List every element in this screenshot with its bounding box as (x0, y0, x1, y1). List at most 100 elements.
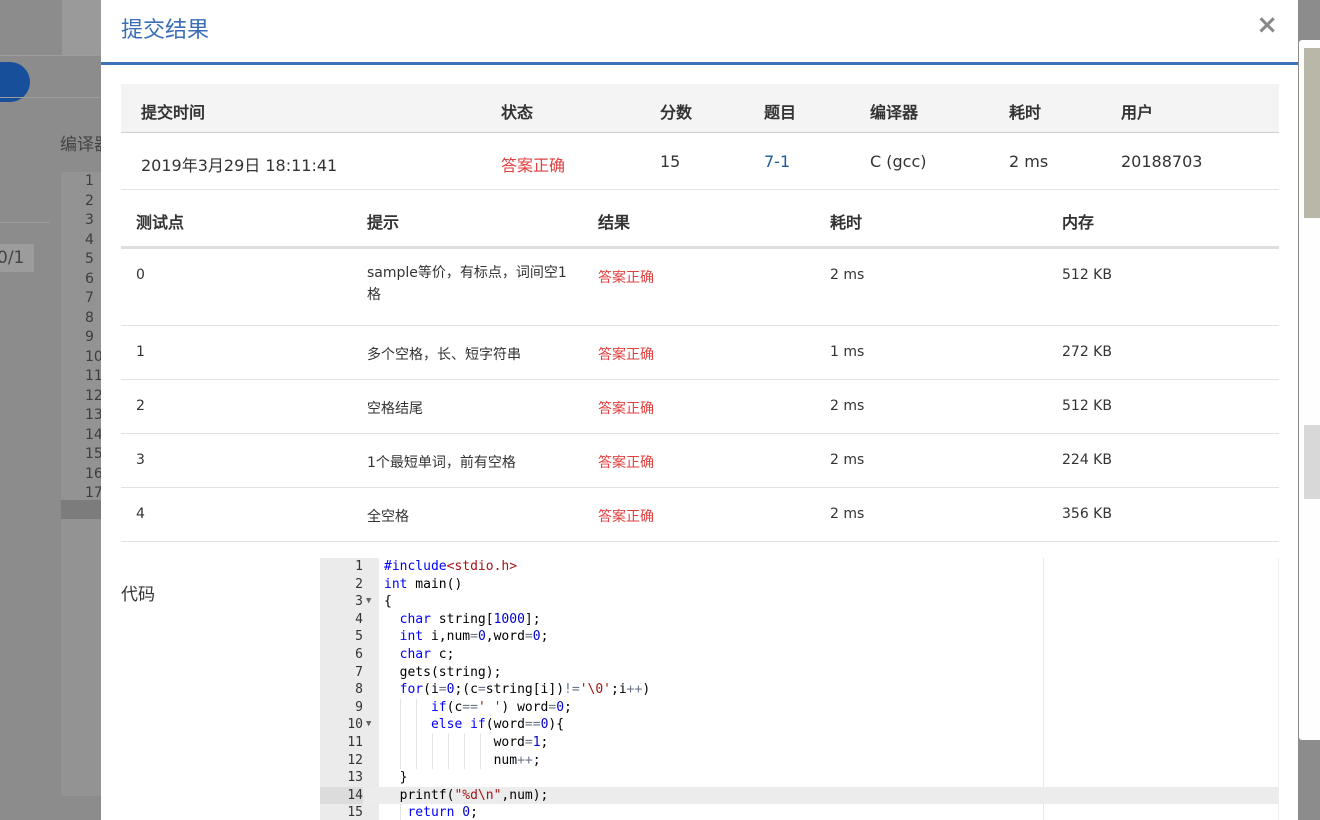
case-id: 0 (136, 267, 145, 283)
case-id: 1 (136, 344, 145, 360)
background-line-number: 1 (85, 173, 94, 189)
code-text: int main() (384, 576, 463, 592)
line-number: 6 (355, 647, 363, 662)
submission-summary-table: 提交时间 状态 分数 题目 编译器 耗时 用户 2019年3月29日 18:11… (121, 84, 1279, 190)
code-editor[interactable]: 1 #include<stdio.h> 2 int main() 3 ▼{4 char s… (320, 558, 1279, 820)
background-side-image (1304, 48, 1320, 218)
line-number: 5 (355, 629, 363, 645)
case-result: 答案正确 (598, 401, 654, 417)
background-button (0, 62, 30, 102)
case-result: 答案正确 (598, 347, 654, 363)
test-case-table: 测试点 提示 结果 耗时 内存 0 sample等价，有标点，词间空1格 答案正… (121, 190, 1279, 542)
line-number: 12 (347, 752, 363, 768)
header-case-id: 测试点 (136, 213, 185, 232)
line-number: 2 (355, 576, 363, 592)
background-code-gutter (61, 172, 103, 796)
line-number: 13 (347, 770, 363, 786)
code-line[interactable]: 9 if(c==' ') word=0; (320, 698, 1278, 717)
code-label: 代码 (121, 585, 155, 605)
code-text: int i,num=0,word=0; (399, 629, 549, 645)
line-number: 11 (347, 735, 363, 750)
modal-header: 提交结果 × (101, 0, 1298, 65)
code-line[interactable]: 8 for(i=0;(c=string[i])!='\0';i++) (320, 681, 1278, 699)
user-value: 20188703 (1121, 152, 1203, 171)
case-time: 2 ms (830, 452, 865, 468)
code-text: char string[1000]; (399, 611, 541, 627)
table-row: 3 1个最短单词，前有空格 答案正确 2 ms 224 KB (121, 434, 1279, 488)
background-score-badge: 0/1 (0, 244, 34, 272)
case-memory: 512 KB (1062, 398, 1112, 414)
background-line-number: 2 (85, 192, 94, 209)
code-line[interactable]: 13 } (320, 769, 1278, 787)
score-value: 15 (660, 152, 681, 171)
close-icon[interactable]: × (1256, 10, 1278, 40)
modal-title: 提交结果 (121, 18, 210, 43)
code-line[interactable]: 10 ▼ else if(word==0){ (320, 716, 1278, 734)
case-hint: sample等价，有标点，词间空1格 (367, 265, 567, 303)
header-memory: 内存 (1062, 213, 1095, 232)
case-time: 1 ms (830, 344, 865, 360)
summary-row: 2019年3月29日 18:11:41 答案正确 15 7-1 C (gcc) … (121, 133, 1279, 190)
case-id: 3 (136, 452, 145, 468)
background-divider (0, 97, 100, 98)
background-line-number: 4 (85, 231, 94, 248)
line-number: 14 (320, 786, 363, 805)
code-line[interactable]: 5 int i,num=0,word=0; (320, 628, 1278, 646)
compiler-value: C (gcc) (870, 152, 927, 171)
background-line-number: 3 (85, 212, 94, 228)
case-hint: 多个空格，长、短字符串 (367, 347, 521, 363)
code-line[interactable]: 12 num++; (320, 751, 1278, 770)
code-text: return 0; (407, 805, 478, 820)
case-memory: 224 KB (1062, 452, 1112, 468)
fold-arrow-icon[interactable]: ▼ (366, 593, 371, 611)
background-line-number: 6 (85, 270, 94, 287)
case-time: 2 ms (830, 267, 865, 283)
line-number: 7 (355, 664, 363, 680)
table-row: 1 多个空格，长、短字符串 答案正确 1 ms 272 KB (121, 326, 1279, 380)
case-result: 答案正确 (598, 509, 654, 525)
code-text: #include<stdio.h> (384, 559, 518, 574)
code-line[interactable]: 4 char string[1000]; (320, 611, 1278, 629)
header-compiler: 编译器 (870, 103, 919, 122)
code-text: { (384, 594, 392, 610)
line-number: 15 (347, 805, 363, 820)
code-line[interactable]: 2 int main() (320, 576, 1278, 594)
case-hint: 全空格 (367, 509, 409, 525)
status-badge: 答案正确 (501, 156, 566, 175)
problem-link[interactable]: 7-1 (764, 152, 790, 171)
code-text: else if(word==0){ (430, 717, 565, 733)
summary-header-row: 提交时间 状态 分数 题目 编译器 耗时 用户 (121, 84, 1279, 133)
case-memory: 272 KB (1062, 344, 1112, 360)
code-text: } (384, 770, 408, 786)
code-line[interactable]: 6 char c; (320, 646, 1278, 664)
case-hint: 空格结尾 (367, 401, 423, 417)
table-row: 0 sample等价，有标点，词间空1格 答案正确 2 ms 512 KB (121, 249, 1279, 326)
case-time: 2 ms (830, 506, 865, 522)
case-result: 答案正确 (598, 455, 654, 471)
code-line[interactable]: 7 gets(string); (320, 664, 1278, 682)
code-line[interactable]: 15 return 0; (320, 804, 1278, 820)
header-score: 分数 (660, 103, 693, 122)
code-text: if(c==' ') word=0; (430, 699, 572, 715)
code-text: word=1; (384, 735, 549, 750)
fold-arrow-icon[interactable]: ▼ (366, 716, 371, 734)
header-duration: 耗时 (1009, 103, 1042, 122)
line-number: 8 (355, 682, 363, 698)
background-panel (62, 0, 102, 55)
case-memory: 512 KB (1062, 267, 1112, 283)
header-problem: 题目 (764, 103, 797, 122)
code-line[interactable]: 11 word=1; (320, 734, 1278, 752)
code-text: for(i=0;(c=string[i])!='\0';i++) (399, 682, 651, 698)
line-number: 1 (355, 559, 363, 574)
case-result: 答案正确 (598, 270, 654, 286)
line-number: 10 (347, 717, 363, 733)
header-user: 用户 (1121, 103, 1154, 122)
code-line[interactable]: 1 #include<stdio.h> (320, 558, 1278, 576)
code-line[interactable]: 3 ▼ { (320, 593, 1278, 611)
header-time: 耗时 (830, 213, 863, 232)
header-status: 状态 (501, 103, 534, 122)
code-line[interactable]: 14 printf("%d\n",num); (320, 786, 1278, 805)
header-hint: 提示 (367, 213, 400, 232)
background-active-line (61, 500, 103, 519)
line-number: 9 (355, 699, 363, 715)
